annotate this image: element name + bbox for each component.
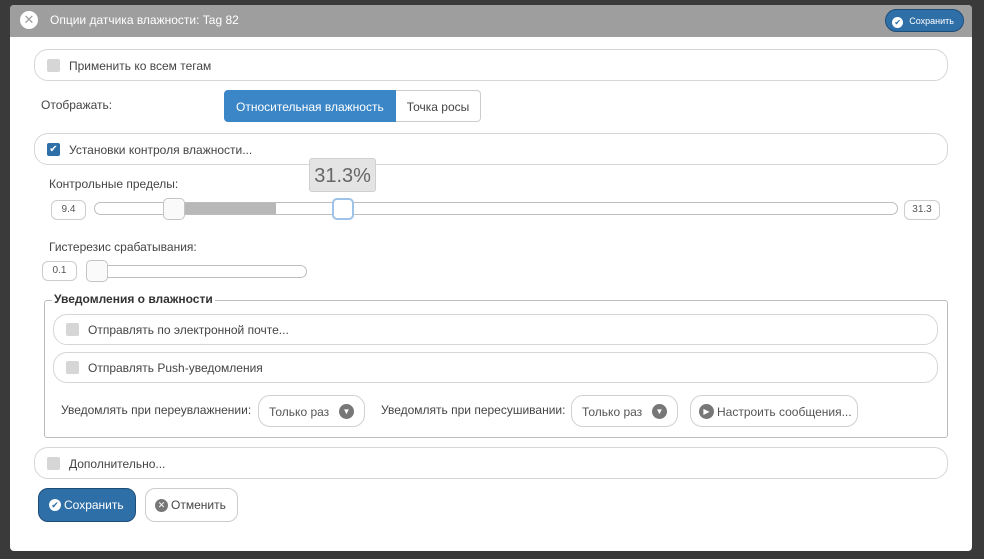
close-circle-icon: ✕ [155,499,168,512]
hysteresis-handle[interactable] [86,260,108,282]
title-save-button[interactable]: ✔ Сохранить [885,9,964,32]
limits-high-handle[interactable] [332,198,355,220]
chevron-down-icon: ▼ [339,404,354,419]
display-label: Отображать: [41,98,113,112]
title-bar: ✕ Опции датчика влажности: Tag 82 ✔ Сохра… [10,5,972,37]
close-icon[interactable]: ✕ [20,11,38,29]
email-notify-row[interactable]: Отправлять по электронной почте... [53,314,938,345]
too-dry-value: Только раз [582,405,643,419]
customize-messages-button[interactable]: ▶ Настроить сообщения... [690,395,858,427]
humidity-options-dialog: ✕ Опции датчика влажности: Tag 82 ✔ Сохра… [10,5,972,551]
display-option-relative-humidity[interactable]: Относительная влажность [224,90,396,122]
email-notify-label: Отправлять по электронной почте... [88,323,289,337]
limits-slider-fill [175,203,276,214]
too-dry-label: Уведомлять при пересушивании: [381,403,566,417]
apply-all-label: Применить ко всем тегам [69,59,212,73]
cancel-button[interactable]: ✕ Отменить [145,488,238,522]
title-save-label: Сохранить [909,16,954,26]
hysteresis-value: 0.1 [42,261,77,281]
push-notify-checkbox[interactable] [66,361,79,374]
customize-messages-label: Настроить сообщения... [717,405,852,419]
check-circle-icon: ✔ [892,17,904,28]
cancel-button-label: Отменить [171,498,226,512]
too-wet-label: Уведомлять при переувлажнении: [61,403,252,417]
too-dry-dropdown[interactable]: Только раз ▼ [571,395,678,427]
hysteresis-slider-track[interactable] [86,265,307,278]
dialog-title: Опции датчика влажности: Tag 82 [50,13,239,27]
too-wet-dropdown[interactable]: Только раз ▼ [258,395,365,427]
display-mode-selector: Относительная влажность Точка росы [224,90,482,122]
apply-all-row[interactable]: Применить ко всем тегам [34,49,948,81]
monitor-settings-checkbox[interactable]: ✔ [47,143,60,156]
monitor-settings-label: Установки контроля влажности... [69,143,253,157]
check-circle-icon: ✔ [49,499,61,511]
limits-label: Контрольные пределы: [49,177,179,191]
save-button-label: Сохранить [64,498,124,512]
display-option-dew-point[interactable]: Точка росы [395,90,482,122]
push-notify-row[interactable]: Отправлять Push-уведомления [53,352,938,383]
advanced-label: Дополнительно... [69,457,166,471]
chevron-down-icon: ▼ [652,404,667,419]
push-notify-label: Отправлять Push-уведомления [88,361,263,375]
advanced-checkbox[interactable] [47,457,60,470]
chevron-right-icon: ▶ [699,404,714,419]
monitor-settings-row[interactable]: ✔ Установки контроля влажности... [34,133,948,165]
apply-all-checkbox[interactable] [47,59,60,72]
save-button[interactable]: ✔ Сохранить [38,488,136,522]
limits-value-tooltip: 31.3% [309,158,376,192]
limits-slider-track[interactable] [94,202,898,215]
hysteresis-label: Гистерезис срабатывания: [49,240,197,254]
email-notify-checkbox[interactable] [66,323,79,336]
notifications-legend: Уведомления о влажности [52,292,215,306]
too-wet-value: Только раз [269,405,330,419]
advanced-row[interactable]: Дополнительно... [34,447,948,479]
limits-min-value: 9.4 [51,200,86,220]
limits-max-value: 31.3 [904,200,940,220]
limits-low-handle[interactable] [163,198,186,220]
